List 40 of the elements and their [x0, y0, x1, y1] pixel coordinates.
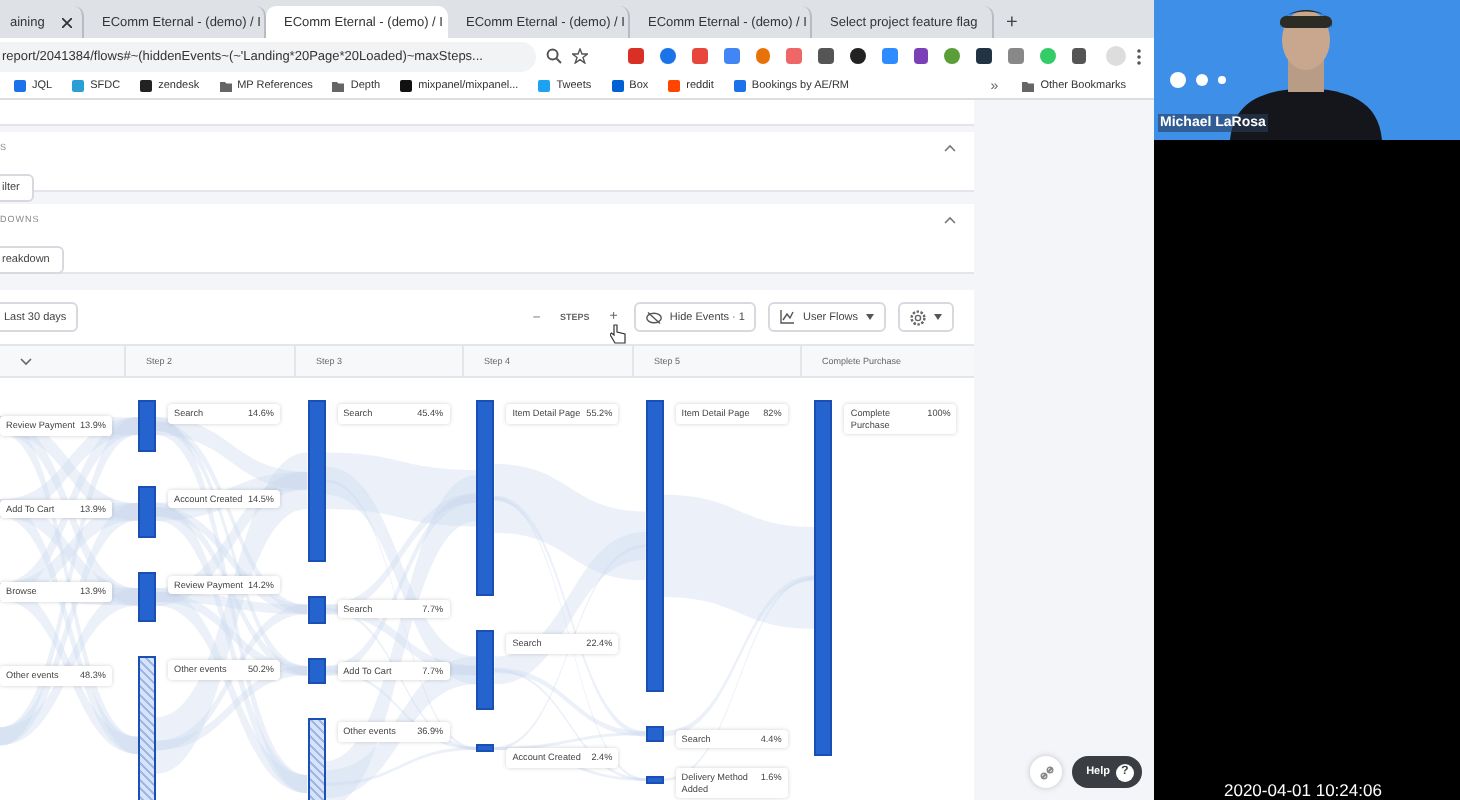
collapse-icon[interactable] — [944, 144, 956, 152]
star-icon[interactable] — [571, 48, 588, 64]
caret-icon — [934, 314, 942, 320]
bookmark-icon — [72, 80, 85, 92]
settings-icon — [910, 309, 926, 325]
bookmark-icon — [733, 80, 746, 92]
folder-icon — [219, 80, 232, 92]
folder-icon — [332, 80, 345, 92]
bookmark-icon — [400, 80, 413, 92]
bookmark-icon — [140, 80, 153, 92]
chart-icon — [780, 310, 795, 324]
flow-bar[interactable] — [814, 400, 833, 756]
bookmark-icon — [538, 80, 551, 92]
settings-button[interactable] — [898, 302, 954, 332]
close-icon[interactable] — [62, 17, 72, 27]
hidden-eye-icon — [645, 311, 662, 323]
flow-bar[interactable] — [476, 400, 495, 597]
caret-icon — [866, 314, 874, 320]
hatched-flow-bar[interactable] — [138, 656, 156, 800]
flow-bar[interactable] — [476, 744, 495, 753]
flow-bar[interactable] — [645, 400, 664, 692]
folder-icon — [1022, 80, 1035, 92]
flow-bar[interactable] — [645, 725, 664, 742]
flow-bar[interactable] — [307, 595, 326, 623]
chevron-icon[interactable] — [20, 357, 32, 365]
bookmark-icon — [611, 80, 624, 92]
flow-bar[interactable] — [645, 775, 664, 784]
flow-bar[interactable] — [307, 400, 326, 562]
flow-bar[interactable] — [476, 630, 495, 711]
collapse-icon[interactable] — [944, 216, 956, 224]
link-button[interactable] — [1030, 756, 1063, 788]
link-icon — [1039, 765, 1054, 779]
bookmark-icon — [668, 80, 681, 92]
search-icon[interactable] — [546, 48, 562, 64]
flow-bar[interactable] — [138, 571, 156, 623]
bookmark-icon — [14, 80, 26, 92]
flow-bar[interactable] — [307, 657, 326, 685]
menu-icon[interactable] — [1136, 47, 1143, 65]
timestamp: 2020-04-01 10:24:06 — [1224, 780, 1382, 800]
new-tab-button[interactable]: + — [1006, 12, 1018, 34]
